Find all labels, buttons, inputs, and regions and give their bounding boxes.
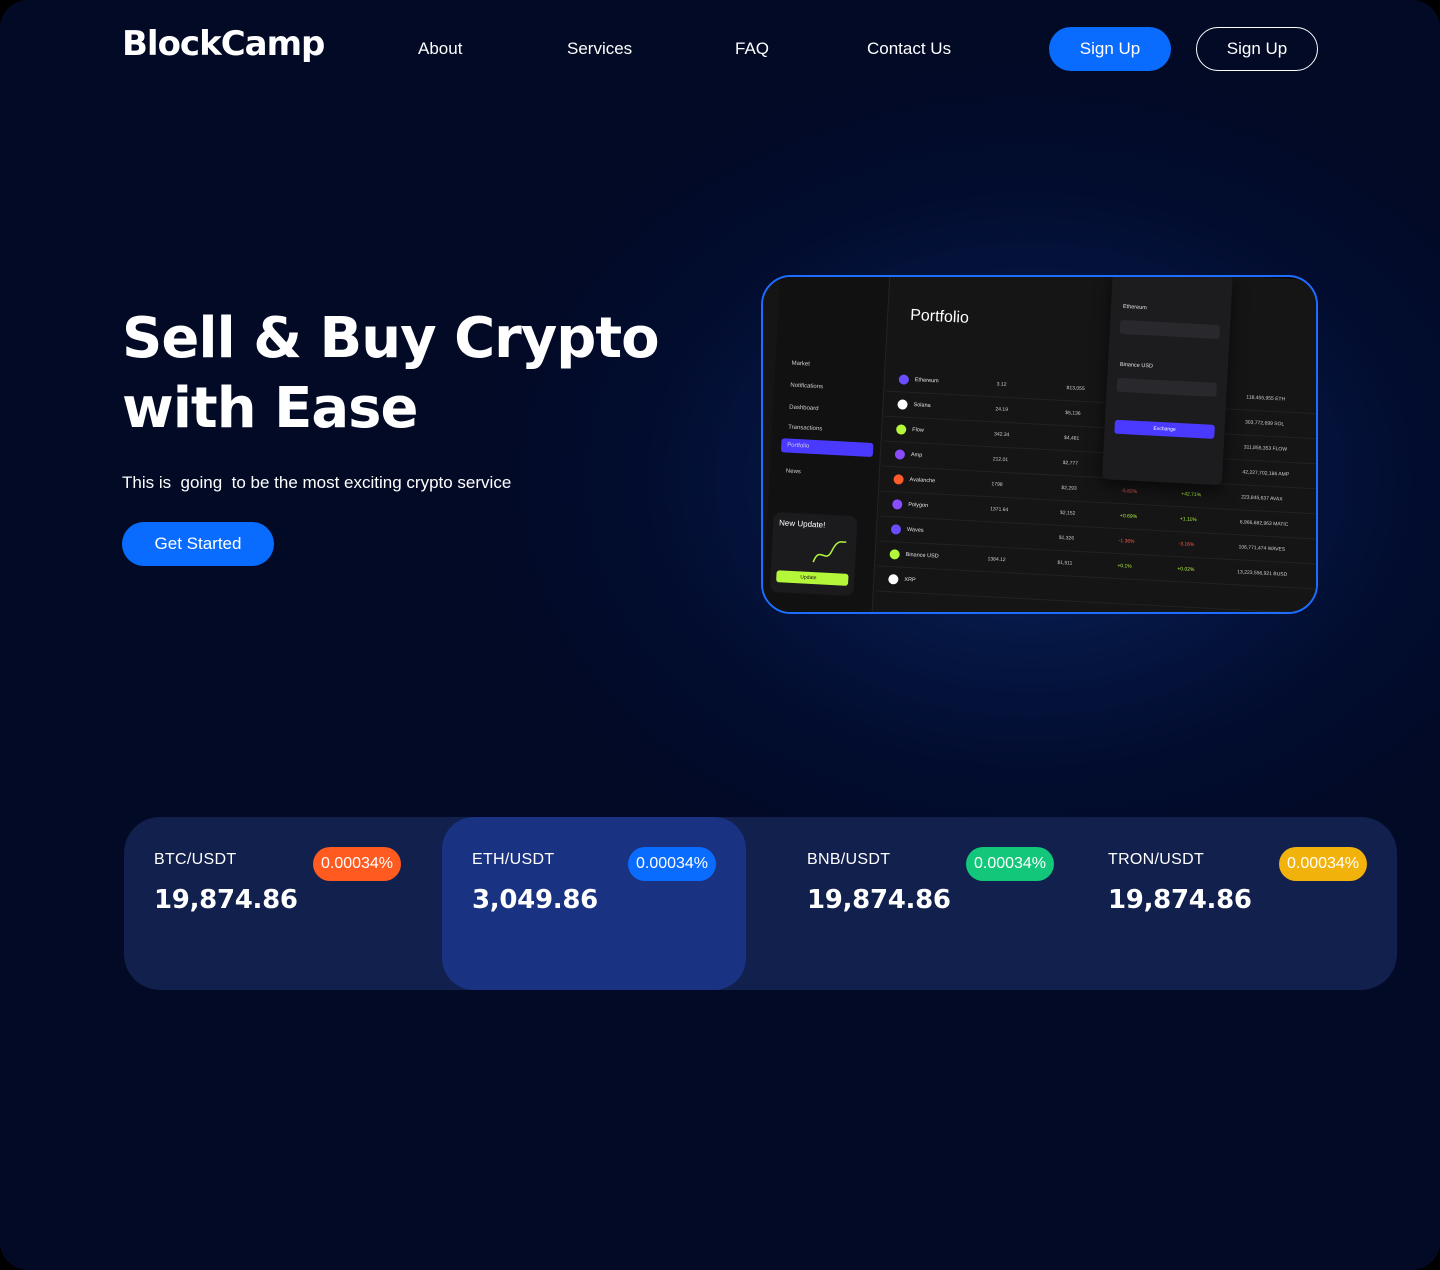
preview-coin-value: $5,136: [1065, 410, 1081, 417]
preview-panel-input: [1119, 319, 1221, 340]
coin-icon: [888, 574, 899, 585]
preview-coin-amount: 1384.12: [987, 556, 1006, 564]
nav-about[interactable]: About: [418, 39, 462, 59]
ticker-pair: BTC/USDT: [154, 851, 237, 868]
landing-page: BlockCamp About Services FAQ Contact Us …: [0, 0, 1440, 1270]
brand-logo[interactable]: BlockCamp: [122, 24, 325, 64]
coin-icon: [894, 449, 906, 460]
preview-sidebar-item: Dashboard: [789, 404, 819, 413]
nav-contact[interactable]: Contact Us: [867, 39, 951, 59]
nav-faq[interactable]: FAQ: [735, 39, 769, 59]
ticker-price: 19,874.86: [1108, 885, 1252, 915]
preview-update-card: New Update! Update: [769, 511, 858, 597]
preview-coin-amount: 342.34: [993, 431, 1010, 439]
hero-title: Sell & Buy Crypto with Ease: [122, 304, 682, 444]
sign-up-button[interactable]: Sign Up: [1049, 27, 1171, 71]
preview-coin-name: Avalanche: [909, 477, 936, 485]
hero-title-line1: Sell & Buy Crypto: [122, 306, 660, 371]
preview-coin-supply: 42,227,702,186 AMP: [1242, 469, 1290, 478]
preview-coin-name: Polygon: [908, 501, 929, 510]
preview-coin-value: $2,152: [1059, 509, 1076, 517]
hero-subtitle: This is going to be the most exciting cr…: [122, 473, 512, 492]
preview-coin-name: Ethereum: [914, 377, 939, 385]
preview-coin-supply: 6,966,682,963 MATIC: [1239, 519, 1289, 528]
preview-coin-change: -3.16%: [1178, 541, 1195, 548]
coin-icon: [893, 474, 904, 485]
preview-coin-name: Waves: [906, 526, 924, 534]
preview-coin-amount: 1371.64: [990, 506, 1009, 514]
ticker-change-badge: 0.00034%: [313, 847, 401, 881]
preview-coin-amount: 1798: [991, 481, 1003, 488]
preview-coin-supply: 311,855,353 FLOW: [1243, 444, 1288, 453]
preview-coin-value: $1,326: [1058, 534, 1075, 542]
preview-coin-supply: 118,455,955 ETH: [1246, 394, 1286, 403]
ticker-card-bnb[interactable]: BNB/USDT 19,874.86 0.00034%: [746, 817, 1058, 990]
sign-up-outline-button[interactable]: Sign Up: [1196, 27, 1318, 71]
ticker-card-tron[interactable]: TRON/USDT 19,874.86 0.00034%: [1058, 817, 1397, 990]
preview-coin-supply: 13,223,556,921 BUSD: [1237, 569, 1288, 578]
preview-coin-name: Amp: [910, 452, 923, 459]
preview-coin-value: $4,481: [1063, 435, 1080, 442]
preview-sidebar: Market Notifications Dashboard Transacti…: [763, 277, 892, 612]
preview-coin-value: $2,293: [1061, 484, 1077, 492]
preview-coin-supply: 106,771,474 WAVES: [1238, 544, 1286, 553]
preview-coin-name: Binance USD: [905, 551, 939, 560]
ticker-change-badge: 0.00034%: [966, 847, 1054, 881]
app-preview-image: Market Notifications Dashboard Transacti…: [761, 275, 1318, 614]
hero-title-line2: with Ease: [122, 376, 418, 441]
ticker-pair: ETH/USDT: [472, 851, 555, 868]
preview-update-button: Update: [776, 570, 849, 586]
preview-panel-selling: Ethereum: [1122, 303, 1147, 312]
preview-coin-supply: 303,772,699 SOL: [1244, 419, 1285, 428]
preview-sidebar-item: Transactions: [788, 424, 823, 433]
preview-exchange-button: Exchange: [1114, 419, 1215, 439]
ticker-pair: BNB/USDT: [807, 851, 891, 868]
preview-coin-amount: 24.19: [995, 406, 1009, 414]
preview-sidebar-item: Portfolio: [787, 442, 810, 450]
preview-sidebar-item: Notifications: [790, 382, 824, 391]
app-preview-canvas: Market Notifications Dashboard Transacti…: [763, 277, 1316, 612]
preview-coin-change: +42.71%: [1181, 491, 1202, 499]
ticker-change-badge: 0.00034%: [628, 847, 716, 881]
preview-coin-change: +0.69%: [1119, 513, 1138, 520]
coin-icon: [895, 424, 907, 435]
coin-icon: [890, 524, 902, 535]
ticker-change-badge: 0.00034%: [1279, 847, 1367, 881]
preview-panel-input: [1116, 377, 1218, 397]
preview-title: Portfolio: [909, 306, 970, 327]
preview-coin-change: -5.82%: [1121, 488, 1138, 495]
preview-coin-value: $1,511: [1057, 559, 1073, 567]
preview-coin-value: $13,055: [1066, 385, 1085, 393]
squiggle-icon: [812, 541, 847, 563]
ticker-pair: TRON/USDT: [1108, 851, 1205, 868]
preview-sidebar-item: News: [785, 468, 802, 476]
preview-coin-change: -1.36%: [1118, 538, 1135, 545]
preview-coin-supply: 223,845,637 AVAX: [1240, 494, 1283, 503]
nav-services[interactable]: Services: [567, 39, 632, 59]
ticker-price: 19,874.86: [154, 885, 298, 915]
preview-coin-name: Solana: [913, 402, 931, 409]
preview-coin-amount: 3.12: [996, 381, 1007, 388]
ticker-price: 3,049.86: [472, 885, 598, 915]
preview-coin-change: +1.11%: [1179, 516, 1197, 524]
preview-coin-change: +0.1%: [1117, 562, 1132, 570]
ticker-card-btc[interactable]: BTC/USDT 19,874.86 0.00034%: [124, 817, 442, 990]
preview-coin-change: +0.02%: [1177, 566, 1195, 574]
preview-panel-buying: Binance USD: [1119, 361, 1154, 370]
coin-icon: [889, 549, 900, 560]
coin-icon: [892, 499, 903, 510]
preview-exchange-panel: Ethereum Binance USD Exchange: [1101, 277, 1233, 486]
ticker-price: 19,874.86: [807, 885, 951, 915]
preview-update-title: New Update!: [778, 518, 826, 530]
preview-sidebar-item: Market: [791, 360, 810, 368]
coin-icon: [897, 399, 908, 410]
price-ticker: BTC/USDT 19,874.86 0.00034% ETH/USDT 3,0…: [124, 817, 1397, 990]
preview-coin-name: XRP: [904, 576, 916, 584]
preview-coin-name: Flow: [912, 427, 924, 434]
get-started-button[interactable]: Get Started: [122, 522, 274, 566]
preview-coin-amount: 212.01: [992, 456, 1009, 464]
ticker-card-eth[interactable]: ETH/USDT 3,049.86 0.00034%: [442, 817, 746, 990]
preview-coin-value: $2,777: [1062, 459, 1079, 467]
coin-icon: [898, 374, 910, 385]
